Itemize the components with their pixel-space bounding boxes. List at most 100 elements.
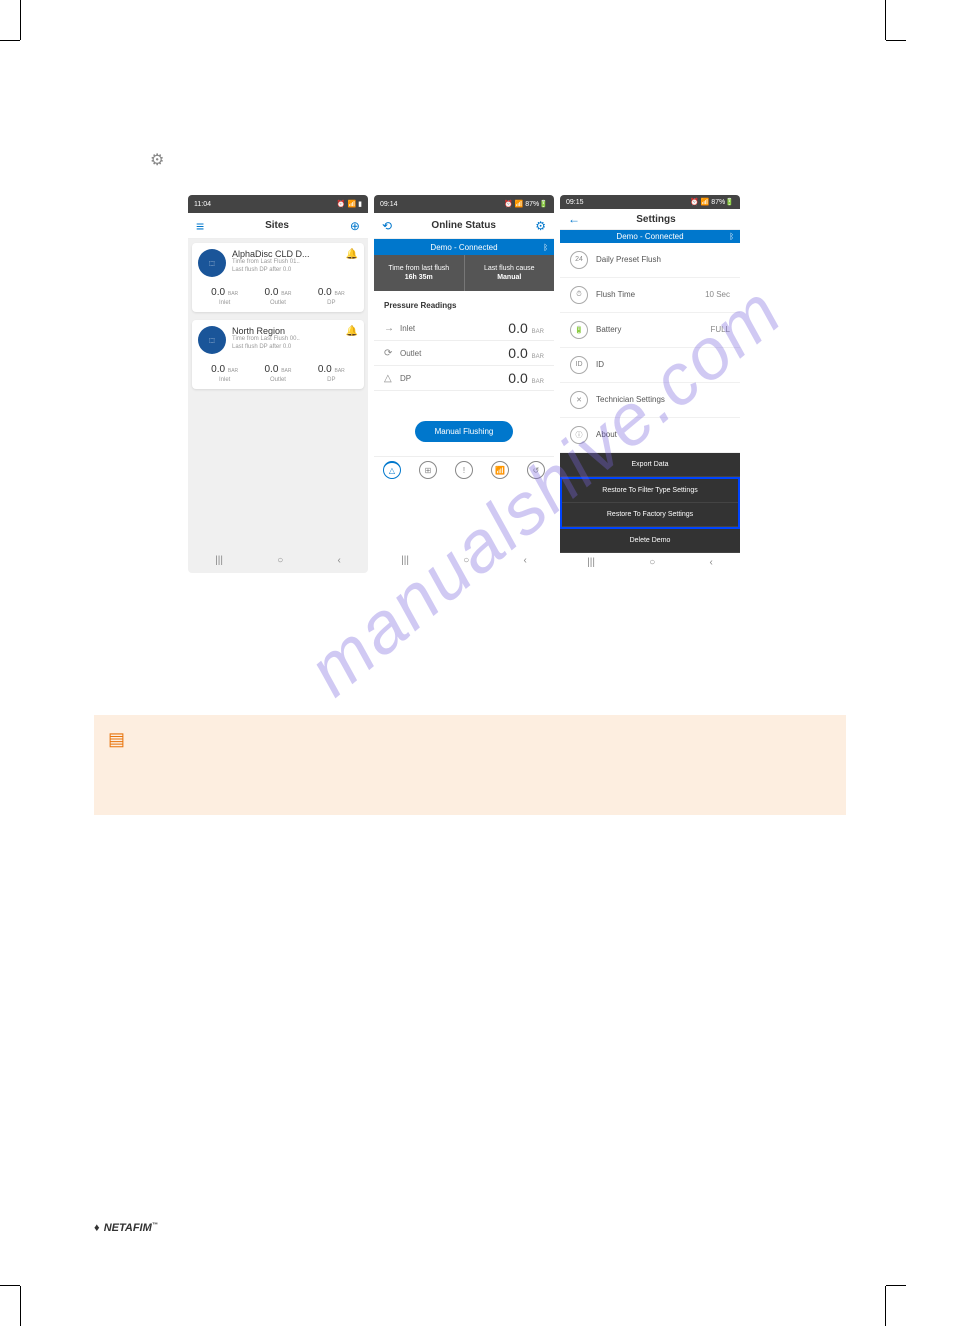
- site-meta: Time from Last Flush 00..: [232, 336, 340, 344]
- crop-mark: [886, 40, 906, 41]
- status-time: 09:15: [566, 199, 584, 206]
- settings-daily-preset[interactable]: 24 Daily Preset Flush: [560, 243, 740, 278]
- dark-actions: Export Data Restore To Filter Type Setti…: [560, 453, 740, 553]
- back-icon[interactable]: ⟲: [382, 219, 392, 233]
- info-label: Last flush cause: [484, 265, 535, 272]
- info-value: Manual: [497, 274, 521, 281]
- site-name: North Region: [232, 326, 340, 336]
- settings-battery[interactable]: 🔋 Battery FULL: [560, 313, 740, 348]
- dp-icon: △: [384, 373, 400, 384]
- battery-icon: 🔋: [570, 321, 588, 339]
- site-avatar-icon: ⬚: [198, 326, 226, 354]
- note-box: ▤: [94, 715, 846, 815]
- stat-inlet: 0.0 BAR Inlet: [211, 364, 238, 383]
- reading-label: DP: [400, 374, 508, 383]
- phone-settings: 09:15 ⏰ 📶 87%🔋 ← Settings Demo - Connect…: [560, 195, 740, 573]
- app-header: ≡ Sites ⊕: [188, 213, 368, 239]
- site-name: AlphaDisc CLD D...: [232, 249, 340, 259]
- tab-history-icon[interactable]: ↺: [527, 461, 545, 479]
- stat-dp: 0.0 BAR DP: [318, 364, 345, 383]
- site-card[interactable]: ⬚ North Region Time from Last Flush 00..…: [192, 320, 364, 389]
- manual-flushing-button[interactable]: Manual Flushing: [415, 421, 514, 442]
- settings-flush-time[interactable]: ⏱ Flush Time 10 Sec: [560, 278, 740, 313]
- bell-icon[interactable]: 🔔: [346, 249, 358, 260]
- nav-recent-icon[interactable]: |||: [587, 557, 595, 568]
- hamburger-icon[interactable]: ≡: [196, 218, 204, 234]
- settings-id[interactable]: ID ID: [560, 348, 740, 383]
- restore-filter-type-button[interactable]: Restore To Filter Type Settings: [562, 479, 738, 503]
- crop-mark: [885, 1286, 886, 1326]
- section-title: Pressure Readings: [374, 291, 554, 316]
- info-label: Time from last flush: [388, 265, 449, 272]
- export-data-button[interactable]: Export Data: [560, 453, 740, 477]
- bell-icon[interactable]: 🔔: [346, 326, 358, 337]
- phone-sites: 11:04 ⏰ 📶 ▮ ≡ Sites ⊕ ⬚ AlphaDisc CLD D.…: [188, 195, 368, 573]
- add-icon[interactable]: ⊕: [350, 219, 360, 233]
- crop-mark: [885, 0, 886, 40]
- crop-mark: [0, 40, 20, 41]
- status-icons: ⏰ 📶 ▮: [337, 200, 362, 208]
- settings-technician[interactable]: ✕ Technician Settings: [560, 383, 740, 418]
- gear-icon: ⚙: [150, 150, 164, 170]
- crop-mark: [20, 0, 21, 40]
- settings-icon[interactable]: ⚙: [535, 219, 546, 233]
- settings-about[interactable]: ⓘ About: [560, 418, 740, 453]
- header-title: Online Status: [431, 220, 495, 231]
- reading-row: ⟳ Outlet 0.0 BAR: [374, 341, 554, 366]
- footer-logo: NETAFIM™: [94, 1222, 158, 1234]
- bluetooth-icon: ᛒ: [729, 232, 734, 241]
- id-icon: ID: [570, 356, 588, 374]
- back-icon[interactable]: ←: [568, 212, 580, 226]
- site-avatar-icon: ⬚: [198, 249, 226, 277]
- site-meta: Last flush DP after 0.0: [232, 344, 340, 352]
- phone-online-status: 09:14 ⏰ 📶 87%🔋 ⟲ Online Status ⚙ Demo - …: [374, 195, 554, 573]
- status-bar: 09:14 ⏰ 📶 87%🔋: [374, 195, 554, 213]
- android-nav: ||| ○ ‹: [188, 547, 368, 573]
- tools-icon: ✕: [570, 391, 588, 409]
- nav-back-icon[interactable]: ‹: [710, 557, 713, 568]
- tab-status-icon[interactable]: △: [383, 461, 401, 479]
- preset-icon: 24: [570, 251, 588, 269]
- outlet-icon: ⟳: [384, 348, 400, 359]
- tab-chart-icon[interactable]: 📶: [491, 461, 509, 479]
- status-bar: 09:15 ⏰ 📶 87%🔋: [560, 195, 740, 209]
- site-card[interactable]: ⬚ AlphaDisc CLD D... Time from Last Flus…: [192, 243, 364, 312]
- status-icons: ⏰ 📶 87%🔋: [504, 200, 548, 208]
- crop-mark: [886, 1285, 906, 1286]
- bluetooth-icon: ᛒ: [543, 243, 548, 252]
- status-icons: ⏰ 📶 87%🔋: [690, 198, 734, 206]
- info-row: Time from last flush 16h 35m Last flush …: [374, 255, 554, 291]
- delete-demo-button[interactable]: Delete Demo: [560, 529, 740, 553]
- site-meta: Last flush DP after 0.0: [232, 267, 340, 275]
- restore-factory-button[interactable]: Restore To Factory Settings: [562, 503, 738, 527]
- reading-label: Outlet: [400, 349, 508, 358]
- crop-mark: [0, 1285, 20, 1286]
- nav-home-icon[interactable]: ○: [463, 555, 469, 566]
- stat-outlet: 0.0 BAR Outlet: [265, 287, 292, 306]
- inlet-icon: →: [384, 323, 400, 334]
- app-header: ← Settings: [560, 209, 740, 230]
- timer-icon: ⏱: [570, 286, 588, 304]
- header-title: Settings: [636, 214, 675, 225]
- tab-grid-icon[interactable]: ⊞: [419, 461, 437, 479]
- tab-bar: △ ⊞ ! 📶 ↺: [374, 456, 554, 483]
- status-time: 11:04: [194, 201, 211, 208]
- stat-dp: 0.0 BAR DP: [318, 287, 345, 306]
- demo-bar: Demo - Connected ᛒ: [374, 239, 554, 255]
- nav-recent-icon[interactable]: |||: [401, 555, 409, 566]
- stat-outlet: 0.0 BAR Outlet: [265, 364, 292, 383]
- nav-back-icon[interactable]: ‹: [338, 555, 341, 566]
- site-meta: Time from Last Flush 01..: [232, 259, 340, 267]
- nav-home-icon[interactable]: ○: [277, 555, 283, 566]
- app-header: ⟲ Online Status ⚙: [374, 213, 554, 239]
- reading-row: → Inlet 0.0 BAR: [374, 316, 554, 341]
- nav-back-icon[interactable]: ‹: [524, 555, 527, 566]
- status-bar: 11:04 ⏰ 📶 ▮: [188, 195, 368, 213]
- crop-mark: [20, 1286, 21, 1326]
- reading-row: △ DP 0.0 BAR: [374, 366, 554, 391]
- info-value: 16h 35m: [405, 274, 433, 281]
- reading-label: Inlet: [400, 324, 508, 333]
- nav-home-icon[interactable]: ○: [649, 557, 655, 568]
- nav-recent-icon[interactable]: |||: [215, 555, 223, 566]
- tab-alert-icon[interactable]: !: [455, 461, 473, 479]
